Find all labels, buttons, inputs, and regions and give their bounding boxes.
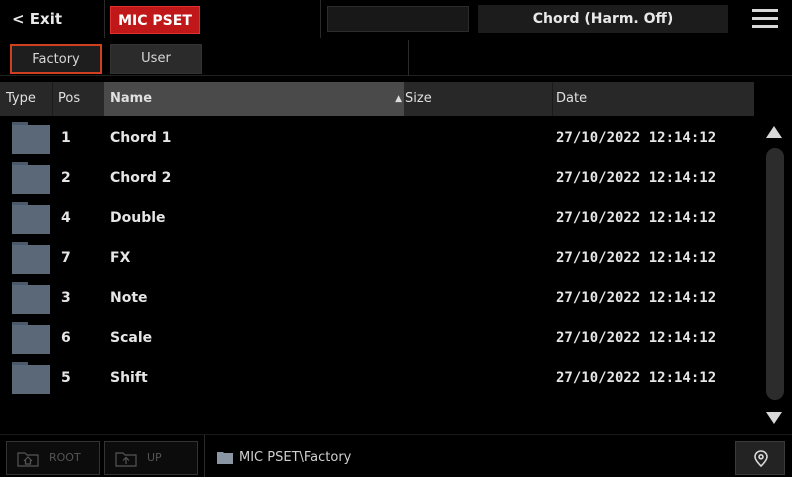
sort-ascending-icon: ▲ [395,94,402,104]
row-pos: 1 [61,130,71,146]
tab-user[interactable]: User [110,44,202,74]
tab-factory[interactable]: Factory [10,44,102,74]
current-path: MIC PSET\Factory [212,441,722,475]
table-header: Type Pos Name ▲ Size Date [0,82,754,116]
row-pos: 5 [61,370,71,386]
table-row[interactable]: 7 FX 27/10/2022 12:14:12 [0,238,754,278]
row-pos: 4 [61,210,71,226]
row-pos: 3 [61,290,71,306]
folder-icon [217,452,233,464]
root-button[interactable]: ROOT [6,441,100,475]
row-name: Scale [110,330,153,346]
hamburger-menu-icon[interactable] [752,9,778,29]
up-button[interactable]: UP [104,441,198,475]
row-name: Chord 2 [110,170,172,186]
row-pos: 2 [61,170,71,186]
exit-button[interactable]: < Exit [6,6,96,32]
column-header-size[interactable]: Size [405,82,432,116]
tab-bar: Factory User [0,40,792,76]
top-bar: < Exit MIC PSET Chord (Harm. Off) [0,0,792,38]
table-row[interactable]: 6 Scale 27/10/2022 12:14:12 [0,318,754,358]
folder-icon [12,282,50,314]
row-name: Note [110,290,148,306]
scrollbar-track[interactable] [766,148,784,400]
blank-display-field [327,6,469,32]
divider [52,82,53,116]
row-date: 27/10/2022 12:14:12 [556,250,717,266]
table-row[interactable]: 2 Chord 2 27/10/2022 12:14:12 [0,158,754,198]
folder-icon [12,362,50,394]
root-folder-icon [17,452,39,467]
location-button[interactable] [735,441,785,475]
row-date: 27/10/2022 12:14:12 [556,370,717,386]
column-header-type[interactable]: Type [6,82,36,116]
folder-icon [12,202,50,234]
mic-pset-button[interactable]: MIC PSET [110,6,200,34]
row-name: Shift [110,370,148,386]
row-name: FX [110,250,131,266]
row-date: 27/10/2022 12:14:12 [556,210,717,226]
scroll-down-arrow-icon[interactable] [764,410,784,426]
divider [320,0,321,38]
row-date: 27/10/2022 12:14:12 [556,130,717,146]
column-header-pos[interactable]: Pos [58,82,80,116]
divider [104,0,105,38]
table-row[interactable]: 4 Double 27/10/2022 12:14:12 [0,198,754,238]
column-header-name-label: Name [110,91,153,106]
up-button-label: UP [147,451,162,464]
scroll-up-arrow-icon[interactable] [764,124,784,140]
row-pos: 6 [61,330,71,346]
table-row[interactable]: 1 Chord 1 27/10/2022 12:14:12 [0,118,754,158]
row-date: 27/10/2022 12:14:12 [556,330,717,346]
location-pin-icon [754,450,768,468]
column-header-name[interactable]: Name ▲ [104,82,404,116]
table-row[interactable]: 5 Shift 27/10/2022 12:14:12 [0,358,754,398]
folder-icon [12,242,50,274]
folder-icon [12,162,50,194]
row-pos: 7 [61,250,71,266]
column-header-date[interactable]: Date [556,82,587,116]
divider [204,435,205,477]
row-name: Double [110,210,166,226]
current-preset-display[interactable]: Chord (Harm. Off) [478,5,728,33]
row-date: 27/10/2022 12:14:12 [556,170,717,186]
folder-icon [12,322,50,354]
table-row[interactable]: 3 Note 27/10/2022 12:14:12 [0,278,754,318]
root-button-label: ROOT [49,451,81,464]
row-name: Chord 1 [110,130,172,146]
path-text: MIC PSET\Factory [239,450,352,465]
divider [408,40,409,76]
file-list: 1 Chord 1 27/10/2022 12:14:12 2 Chord 2 … [0,118,754,398]
up-folder-icon [115,452,137,467]
bottom-bar: ROOT UP MIC PSET\Factory [0,434,792,477]
divider [552,82,553,116]
row-date: 27/10/2022 12:14:12 [556,290,717,306]
folder-icon [12,122,50,154]
